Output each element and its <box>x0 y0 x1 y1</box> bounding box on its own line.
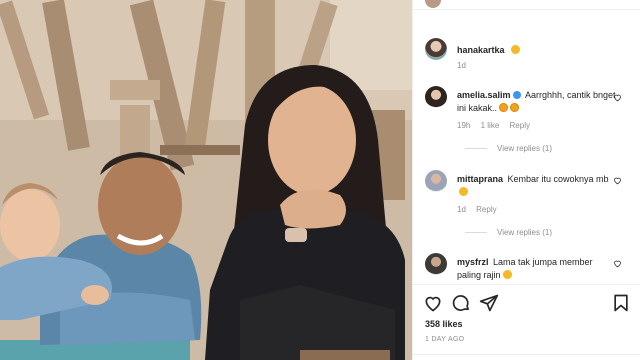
comment-time[interactable]: 1d <box>457 205 466 214</box>
comment-time[interactable]: 19h <box>457 121 470 130</box>
comment-username[interactable]: mittaprana <box>457 174 503 184</box>
heart-eyes-icon <box>510 103 520 112</box>
post-author-mini-avatar[interactable] <box>425 0 441 8</box>
author-avatar[interactable] <box>425 38 447 60</box>
smiling-face-icon <box>510 45 520 54</box>
comment-like-heart-icon[interactable] <box>613 259 622 268</box>
post-photo-illustration <box>0 0 412 360</box>
comment-icon[interactable] <box>451 293 471 313</box>
comment-2-meta: 1d Reply <box>457 205 505 214</box>
author-username[interactable]: hanakartka <box>457 45 505 55</box>
post-actions: 358 likes 1 DAY AGO <box>413 284 640 360</box>
caption-time[interactable]: 1d <box>457 61 466 70</box>
comment-like-heart-icon[interactable] <box>613 176 622 185</box>
comment-like-heart-icon[interactable] <box>613 93 622 102</box>
comment-likes[interactable]: 1 like <box>481 121 500 130</box>
heart-icon[interactable] <box>423 293 443 313</box>
reply-button[interactable]: Reply <box>476 205 496 214</box>
laughing-face-icon <box>459 187 468 196</box>
view-replies-button[interactable]: View replies (1) <box>465 144 552 153</box>
comment-1-meta: 19h 1 like Reply <box>457 121 538 130</box>
comment-3: mysfrzl Lama tak jumpa member paling raj… <box>457 255 617 281</box>
caption-meta: 1d <box>457 61 474 70</box>
commenter-avatar[interactable] <box>425 170 447 192</box>
post-header-strip <box>413 0 640 10</box>
comment-username[interactable]: mysfrzl <box>457 257 489 267</box>
comments-panel: hanakartka 1d amelia.salim Aarrghhh, can… <box>412 0 640 360</box>
caption: hanakartka <box>457 40 520 58</box>
share-icon[interactable] <box>479 293 499 313</box>
post-timestamp[interactable]: 1 DAY AGO <box>425 336 464 343</box>
comment-username[interactable]: amelia.salim <box>457 90 511 100</box>
bookmark-icon[interactable] <box>611 293 631 313</box>
comment-text: Kembar itu cowoknya mb <box>507 174 609 184</box>
post-photo[interactable] <box>0 0 412 360</box>
reply-button[interactable]: Reply <box>510 121 530 130</box>
comment-2: mittaprana Kembar itu cowoknya mb <box>457 172 617 197</box>
commenter-avatar[interactable] <box>425 86 447 108</box>
verified-badge-icon <box>512 91 521 99</box>
view-replies-button[interactable]: View replies (1) <box>465 228 552 237</box>
add-comment-area[interactable] <box>413 354 640 360</box>
comment-1: amelia.salim Aarrghhh, cantik bnget ini … <box>457 88 617 114</box>
heart-eyes-icon <box>499 103 509 112</box>
commenter-avatar[interactable] <box>425 253 447 275</box>
crying-face-icon <box>502 270 512 279</box>
like-count[interactable]: 358 likes <box>425 319 463 329</box>
